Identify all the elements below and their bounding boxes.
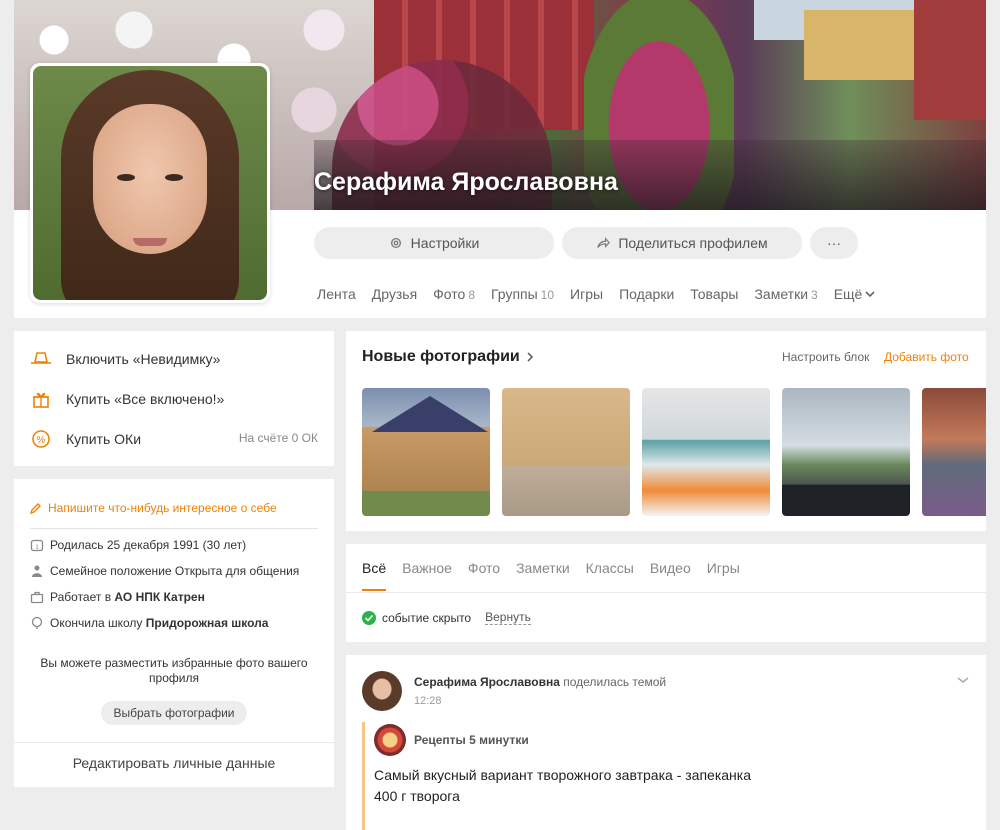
balance-text: На счёте 0 ОК	[238, 431, 318, 445]
nav-item-games[interactable]: Игры	[570, 286, 603, 302]
nav-item-goods[interactable]: Товары	[690, 286, 738, 302]
nav-item-friends[interactable]: Друзья	[372, 286, 417, 302]
post-text[interactable]: Самый вкусный вариант творожного завтрак…	[374, 765, 751, 807]
profile-header: Серафима Ярославовна Настройки Поделитьс…	[14, 0, 986, 318]
gift-icon	[33, 392, 49, 408]
tab-video[interactable]: Видео	[650, 560, 691, 591]
calendar-icon: 1	[30, 539, 44, 552]
invisible-mode-link[interactable]: Включить «Невидимку»	[30, 348, 220, 370]
nav-item-feed[interactable]: Лента	[317, 286, 356, 302]
buy-ok-link[interactable]: % Купить ОКи	[30, 428, 141, 450]
tab-likes[interactable]: Классы	[586, 560, 634, 591]
divider	[30, 528, 318, 529]
photo-thumbnail[interactable]	[782, 388, 910, 516]
share-label: Поделиться профилем	[618, 235, 768, 251]
quote-bar	[362, 722, 365, 830]
edit-profile-link[interactable]: Редактировать личные данные	[14, 755, 334, 771]
nav-item-gifts[interactable]: Подарки	[619, 286, 674, 302]
chevron-right-icon	[527, 352, 533, 362]
photo-thumbnail[interactable]	[502, 388, 630, 516]
svg-text:%: %	[37, 435, 46, 446]
configure-block-link[interactable]: Настроить блок	[782, 350, 869, 364]
info-relationship: Семейное положение Открыта для общения	[30, 564, 299, 578]
quick-actions-card: Включить «Невидимку» Купить «Все включен…	[14, 331, 334, 466]
new-photos-title[interactable]: Новые фотографии	[362, 348, 534, 366]
chevron-down-icon[interactable]	[956, 673, 970, 687]
profile-name: Серафима Ярославовна	[314, 168, 618, 196]
groups-count: 10	[540, 288, 555, 302]
tab-important[interactable]: Важное	[402, 560, 452, 591]
people-icon	[32, 565, 42, 577]
nav-item-more[interactable]: Ещё	[834, 286, 876, 302]
avatar[interactable]	[30, 63, 270, 303]
hat-icon	[31, 352, 51, 364]
info-school: Окончила школу Придорожная школа	[30, 616, 268, 630]
post-time[interactable]: 12:28	[414, 695, 442, 707]
divider	[346, 592, 986, 593]
photo-thumbnail[interactable]	[642, 388, 770, 516]
tab-all[interactable]: Всё	[362, 560, 387, 591]
photos-count: 8	[468, 288, 476, 302]
restore-link[interactable]: Вернуть	[485, 610, 531, 625]
info-work: Работает в АО НПК Катрен	[30, 590, 205, 604]
settings-label: Настройки	[410, 235, 480, 251]
buy-all-inclusive-link[interactable]: Купить «Все включено!»	[30, 388, 224, 410]
school-icon	[31, 616, 43, 629]
author-link[interactable]: Серафима Ярославовна	[414, 675, 560, 689]
add-photo-link[interactable]: Добавить фото	[884, 350, 969, 364]
school-link[interactable]: Придорожная школа	[146, 616, 269, 630]
group-avatar[interactable]	[374, 724, 406, 756]
nav-item-photos[interactable]: Фото 8	[433, 286, 475, 302]
feed-filter-card: Всё Важное Фото Заметки Классы Видео Игр…	[346, 544, 986, 642]
favorites-hint: Вы можете разместить избранные фото ваше…	[40, 656, 308, 685]
chevron-down-icon	[865, 291, 875, 298]
divider	[14, 742, 334, 743]
post-author-line: Серафима Ярославовна поделилась темой	[414, 675, 667, 689]
notes-count: 3	[811, 288, 818, 302]
photo-thumbnail[interactable]	[922, 388, 986, 516]
photo-thumbnail[interactable]	[362, 388, 490, 516]
author-avatar[interactable]	[362, 671, 402, 711]
share-icon	[597, 237, 611, 248]
tab-photo[interactable]: Фото	[468, 560, 500, 591]
settings-button[interactable]: Настройки	[314, 227, 554, 259]
info-birthday: 1 Родилась 25 декабря 1991 (30 лет)	[30, 538, 246, 552]
gear-icon	[390, 237, 401, 249]
check-circle-icon	[362, 610, 376, 625]
new-photos-card: Новые фотографии Настроить блок Добавить…	[346, 331, 986, 531]
share-profile-button[interactable]: Поделиться профилем	[562, 227, 802, 259]
tab-notes[interactable]: Заметки	[516, 560, 570, 591]
group-link[interactable]: Рецепты 5 минутки	[414, 733, 529, 747]
choose-photos-button[interactable]: Выбрать фотографии	[101, 701, 247, 725]
employer-link[interactable]: АО НПК Катрен	[114, 590, 204, 604]
nav-item-notes[interactable]: Заметки 3	[754, 286, 817, 302]
write-about-link[interactable]: Напишите что-нибудь интересное о себе	[30, 501, 277, 515]
profile-nav: Лента Друзья Фото 8 Группы 10 Игры Подарки…	[317, 286, 875, 302]
about-card: Напишите что-нибудь интересное о себе 1 …	[14, 479, 334, 787]
briefcase-icon	[30, 591, 44, 604]
nav-item-groups[interactable]: Группы 10	[491, 286, 554, 302]
more-icon: ···	[827, 235, 841, 251]
more-button[interactable]: ···	[810, 227, 858, 259]
coin-icon: %	[32, 430, 50, 448]
feed-post: Серафима Ярославовна поделилась темой 12…	[346, 655, 986, 830]
tab-games[interactable]: Игры	[707, 560, 740, 591]
hidden-event-notice: событие скрыто Вернуть	[362, 610, 531, 625]
pencil-icon	[30, 503, 41, 514]
